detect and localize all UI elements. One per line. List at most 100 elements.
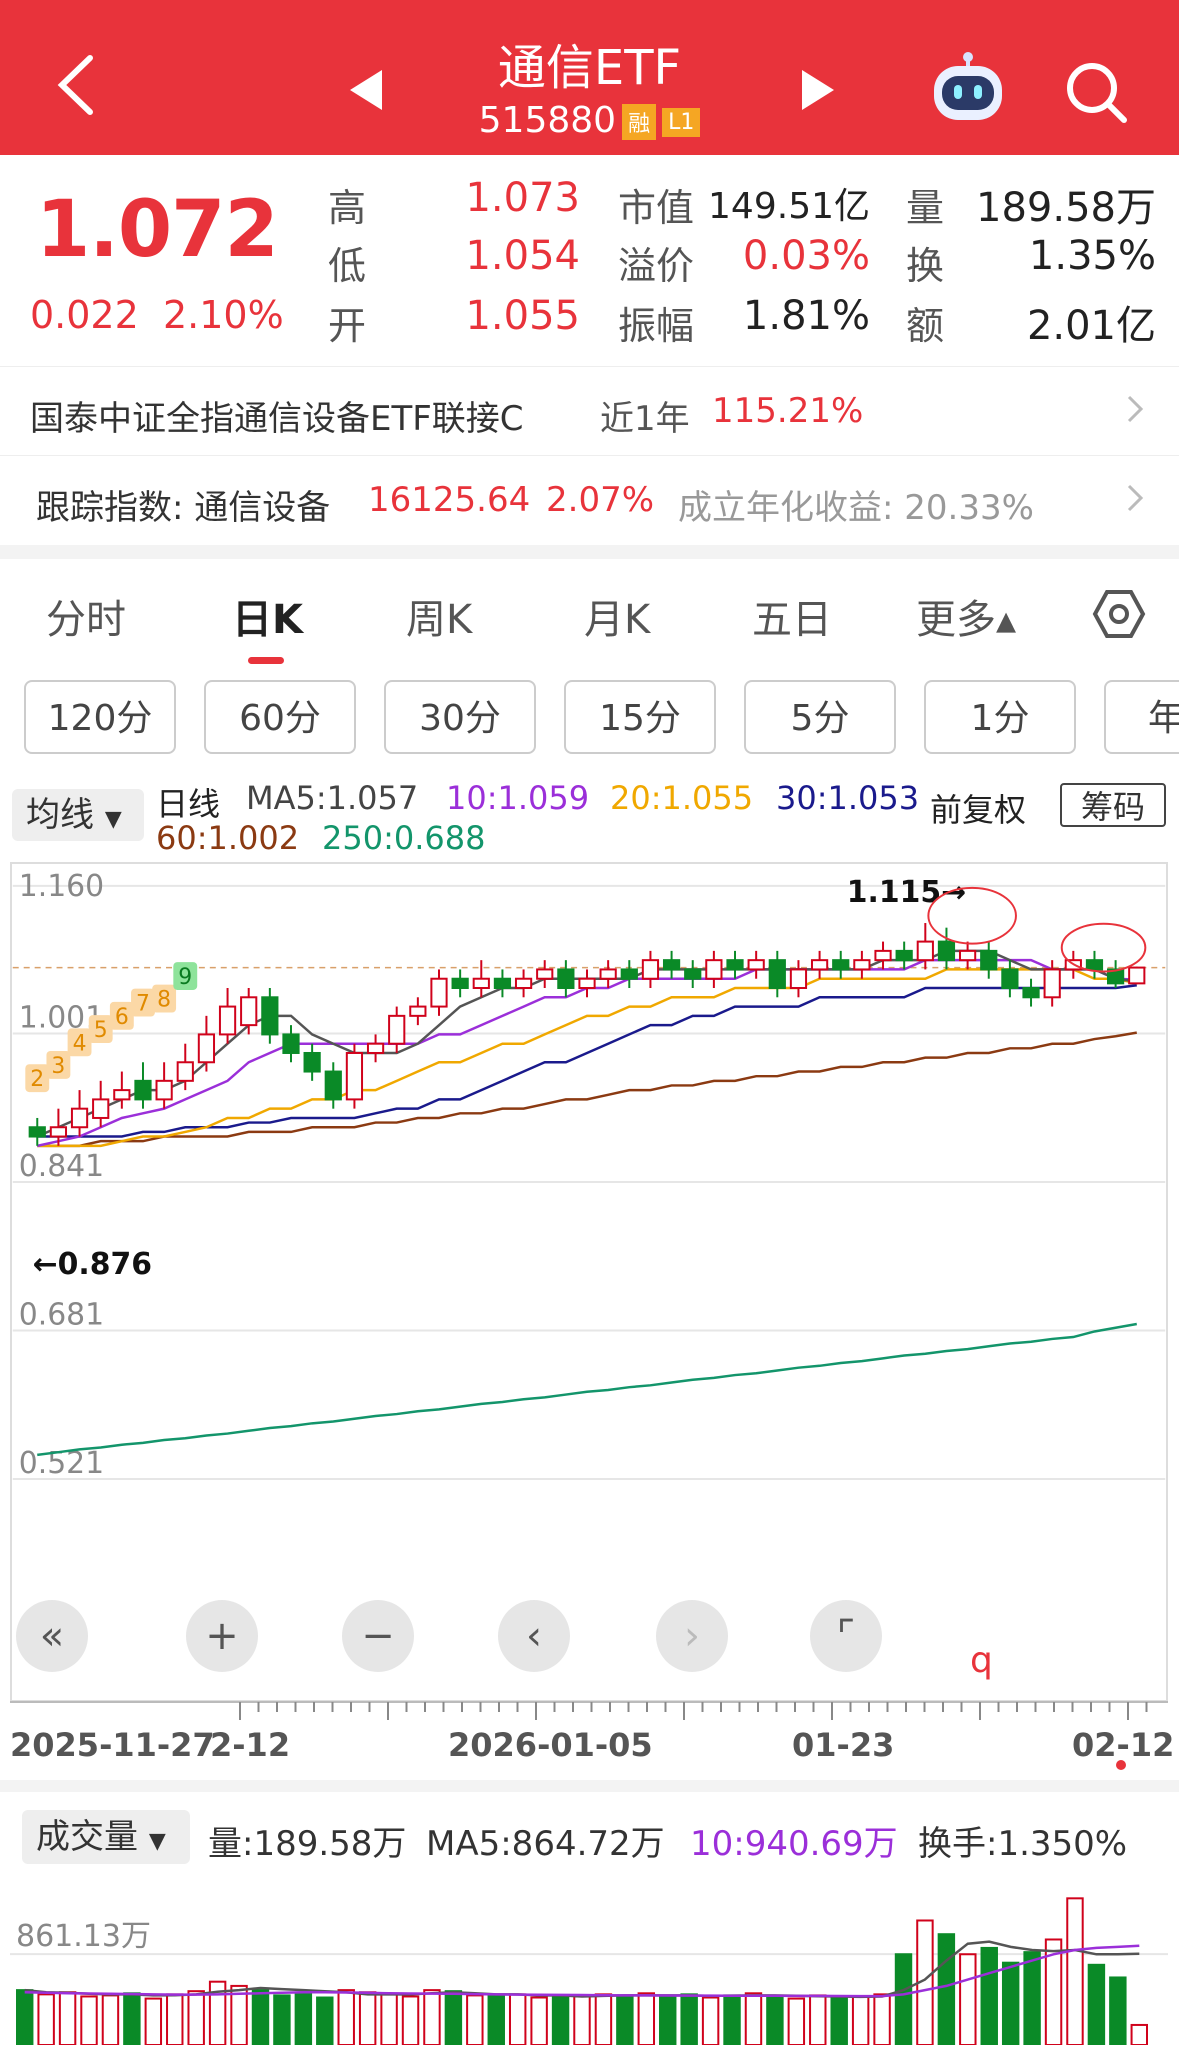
candle-body (937, 940, 956, 962)
volume-bar (1087, 1963, 1106, 2045)
candle-body (409, 1005, 427, 1017)
volume-bar (594, 1993, 613, 2045)
volume-bar (487, 1995, 505, 2045)
candle-body (810, 959, 829, 971)
candle-body (92, 1098, 110, 1119)
amount-label: 额 (906, 304, 945, 348)
candlestick-chart[interactable]: 1.1601.0010.8410.6810.521234567 891.115→←… (10, 862, 1168, 1702)
settings-icon[interactable] (1092, 587, 1146, 641)
chip-button[interactable]: 筹码 (1060, 783, 1166, 827)
rewind-icon: « (39, 1613, 65, 1659)
candle-body (113, 1089, 131, 1101)
volume-bar (466, 1994, 484, 2045)
next-stock-icon[interactable] (802, 70, 834, 110)
ma5-value: MA5:1.057 (246, 779, 419, 817)
td-number: 9 (178, 965, 192, 990)
stock-code: 515880 (478, 100, 617, 141)
candle-body (832, 959, 850, 971)
volume-bar (959, 1953, 977, 2045)
candle-body (345, 1051, 364, 1101)
volume-bar (766, 1995, 784, 2045)
volume-indicator-selector[interactable]: 成交量 ▼ (22, 1810, 190, 1864)
fullscreen-button[interactable]: ⌜ (810, 1600, 882, 1672)
volume-panel: 成交量 ▼ 量:189.58万 MA5:864.72万 10:940.69万 换… (0, 1780, 1179, 2045)
td-number: 7 (136, 992, 150, 1017)
turnover-label: 换 (906, 244, 945, 288)
candle-body (641, 959, 660, 980)
candle-body (1001, 968, 1019, 989)
volume-y-label: 861.13万 (16, 1919, 151, 1954)
volume-bar (809, 1994, 827, 2045)
search-icon[interactable] (1062, 58, 1130, 126)
candle-body (197, 1033, 216, 1064)
highlight-circle (927, 886, 1017, 945)
volume-bar (1023, 1951, 1041, 2045)
volume-bar (551, 1994, 570, 2045)
quote-panel: 1.072 0.022 2.10% 高 低 开 1.073 1.054 1.05… (0, 155, 1179, 365)
period-5m-button[interactable]: 5分 (744, 680, 896, 754)
volume-bar (508, 1993, 527, 2045)
rewind-button[interactable]: « (16, 1600, 88, 1672)
tab-more[interactable]: 更多▴ (916, 587, 1016, 645)
linked-fund-row[interactable]: 国泰中证全指通信设备ETF联接C 近1年 115.21% (0, 366, 1179, 455)
zoom-in-button[interactable]: + (186, 1600, 258, 1672)
candle-body (536, 968, 554, 980)
candle-body (1085, 959, 1104, 971)
volume-bar (123, 1992, 141, 2045)
volume-bar (851, 1995, 870, 2045)
robot-assistant-icon[interactable] (928, 52, 1008, 124)
high-value: 1.073 (465, 175, 580, 221)
ma-selector[interactable]: 均线 ▼ (12, 789, 144, 841)
date-axis: 2025-11-27 2-12 2026-01-05 01-23 02-12 (0, 1700, 1179, 1770)
amplitude-value: 1.81% (742, 293, 870, 339)
candle-body (557, 968, 575, 989)
zoom-out-button[interactable]: − (342, 1600, 414, 1672)
period-60m-button[interactable]: 60分 (204, 680, 356, 754)
tab-monthly-k[interactable]: 月K (584, 587, 650, 645)
volume-bar (1109, 1976, 1127, 2045)
period-15m-button[interactable]: 15分 (564, 680, 716, 754)
chevron-right-icon: › (684, 1613, 700, 1659)
volume-bar (251, 1989, 270, 2045)
period-year-button[interactable]: 年 (1104, 680, 1179, 754)
tab-weekly-k[interactable]: 周K (406, 587, 472, 645)
candle-body (49, 1126, 68, 1138)
ma250-line (37, 1322, 1137, 1457)
today-dot (1116, 1760, 1126, 1770)
minute-period-selector: 120分 60分 30分 15分 5分 1分 年 (0, 680, 1179, 762)
candle-body (28, 1126, 46, 1138)
tracking-index-row[interactable]: 跟踪指数: 通信设备 16125.64 2.07% 成立年化收益: 20.33% (0, 455, 1179, 544)
period-30m-button[interactable]: 30分 (384, 680, 536, 754)
candle-body (388, 1014, 406, 1045)
td-number: 4 (73, 1031, 87, 1056)
low-label: 低 (328, 244, 367, 288)
tab-intraday[interactable]: 分时 (46, 587, 126, 645)
adjust-mode[interactable]: 前复权 (930, 785, 1026, 831)
candle-body (726, 959, 744, 971)
period-1m-button[interactable]: 1分 (924, 680, 1076, 754)
candle-body (874, 949, 892, 962)
fullscreen-icon: ⌜ (836, 1613, 856, 1659)
change-pct: 2.10% (162, 293, 284, 337)
volume-bar (80, 1995, 98, 2045)
candle-body (578, 977, 596, 989)
tab-five-day[interactable]: 五日 (752, 587, 832, 645)
ma250-value: 250:0.688 (322, 819, 486, 857)
volume-value: 量:189.58万 (208, 1824, 407, 1864)
candle-body (1128, 966, 1146, 985)
tab-daily-k[interactable]: 日K (232, 587, 303, 645)
level-badge: L1 (662, 107, 701, 137)
ma30-value: 30:1.053 (776, 779, 920, 817)
volume-selector-label: 成交量 (36, 1817, 138, 1857)
scroll-right-button[interactable]: › (656, 1600, 728, 1672)
candle-body (705, 959, 723, 980)
candle-body (493, 977, 512, 989)
volume-bar (937, 1933, 956, 2045)
period-120m-button[interactable]: 120分 (24, 680, 176, 754)
section-divider (0, 545, 1179, 559)
volume-chart: 861.13万 (10, 1897, 1168, 2045)
scroll-left-button[interactable]: ‹ (498, 1600, 570, 1672)
candle-body (895, 949, 913, 962)
mcap-label: 市值 (618, 186, 695, 230)
tracking-label: 跟踪指数: 通信设备 (36, 488, 331, 528)
